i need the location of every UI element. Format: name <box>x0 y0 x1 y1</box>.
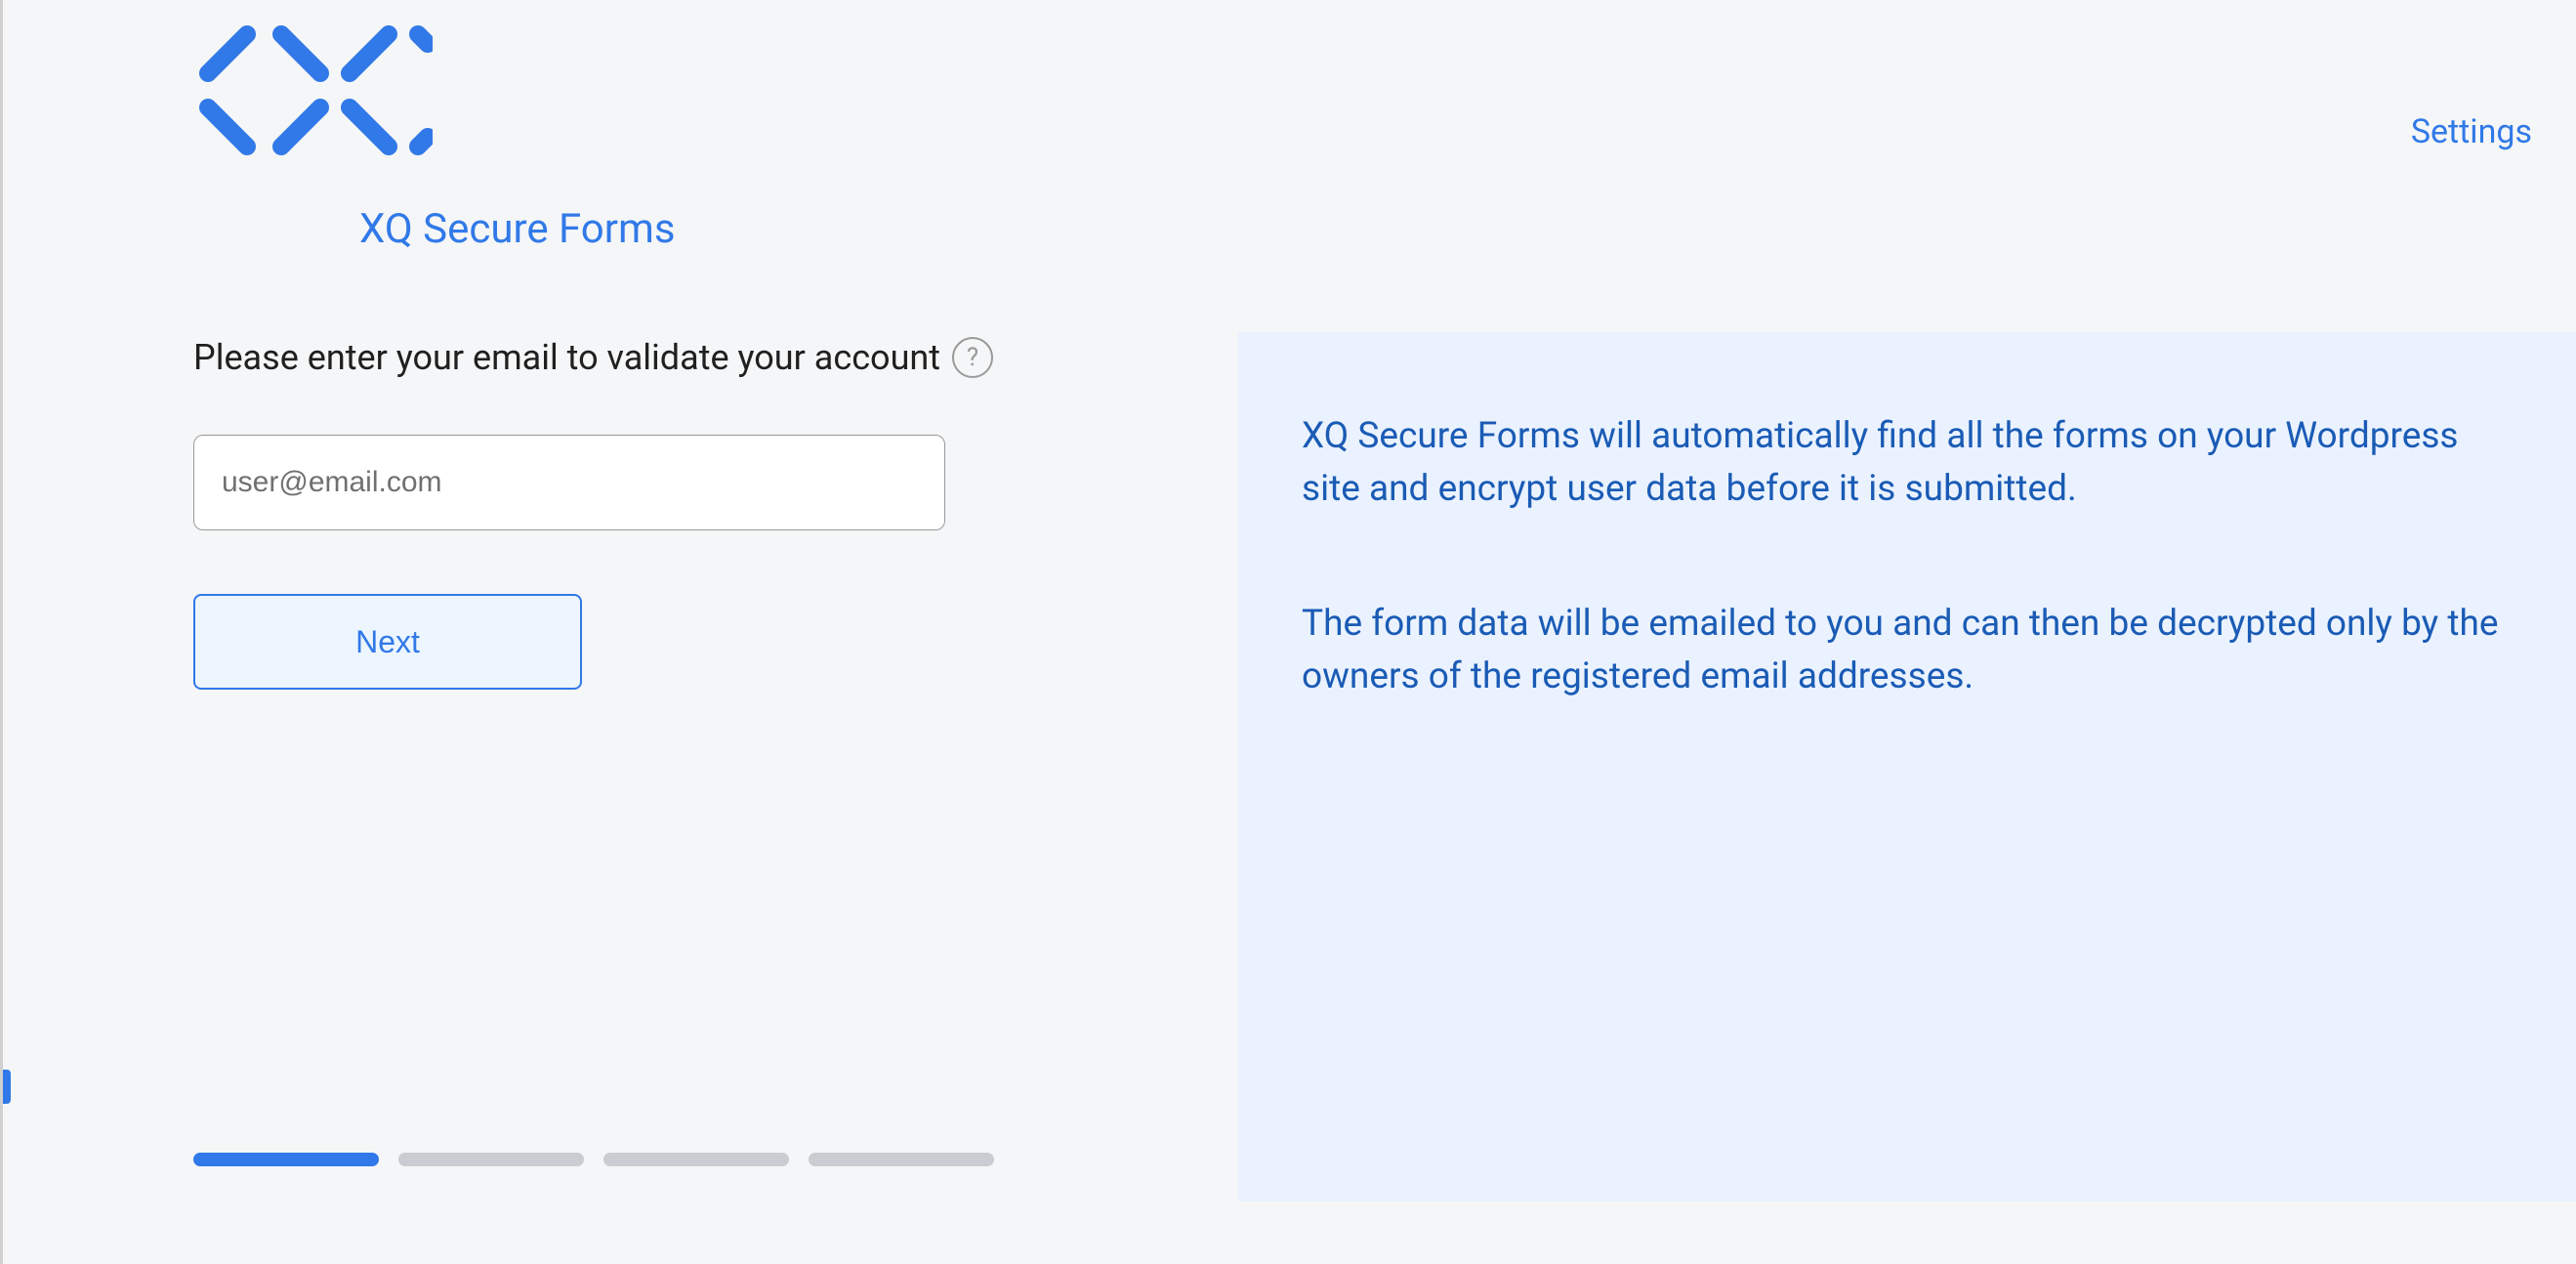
page-container: Settings XQ Secure Forms Please enter yo… <box>3 0 2576 1264</box>
left-edge-accent <box>3 1070 11 1104</box>
page-title: XQ Secure Forms <box>359 205 676 253</box>
progress-step-4 <box>809 1153 994 1166</box>
settings-link[interactable]: Settings <box>2411 112 2532 151</box>
prompt-row: Please enter your email to validate your… <box>193 337 993 378</box>
progress-step-1 <box>193 1153 379 1166</box>
progress-step-3 <box>603 1153 789 1166</box>
progress-step-2 <box>398 1153 584 1166</box>
info-paragraph-2: The form data will be emailed to you and… <box>1302 598 2513 702</box>
email-input[interactable] <box>193 435 945 530</box>
progress-bar <box>193 1153 994 1166</box>
info-panel: XQ Secure Forms will automatically find … <box>1238 332 2576 1201</box>
help-icon[interactable]: ? <box>952 337 993 378</box>
next-button[interactable]: Next <box>193 594 582 690</box>
prompt-text: Please enter your email to validate your… <box>193 337 940 378</box>
info-paragraph-1: XQ Secure Forms will automatically find … <box>1302 410 2513 515</box>
xq-logo <box>188 15 433 170</box>
